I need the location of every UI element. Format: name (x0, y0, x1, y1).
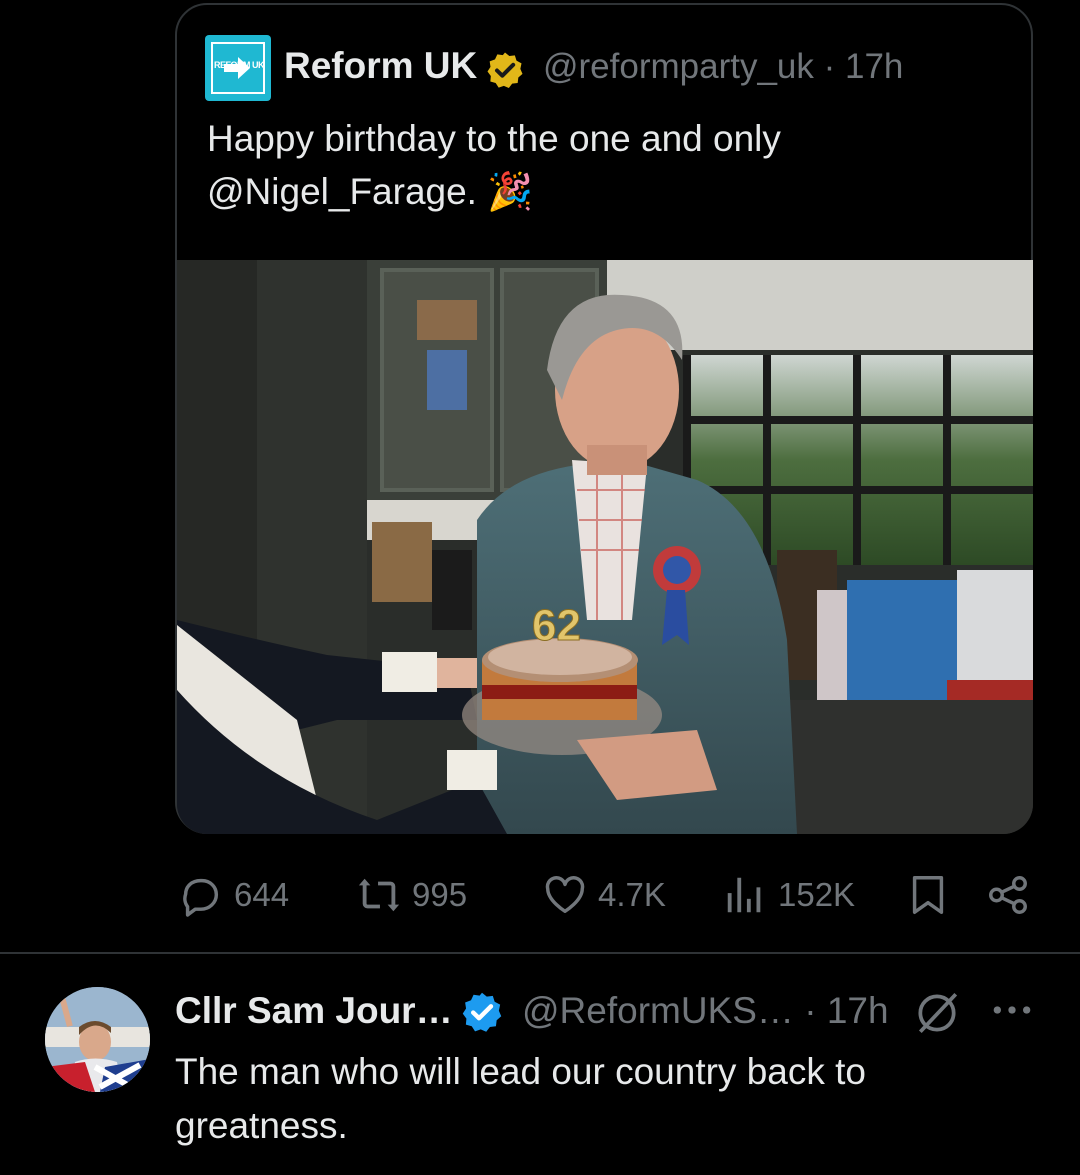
reply-tweet-text: The man who will lead our country back t… (175, 1051, 867, 1146)
reform-uk-logo[interactable]: REFORM UK (205, 35, 271, 101)
quote-text-line-2: @Nigel_Farage. 🎉 (207, 171, 534, 212)
reply-handle-time[interactable]: @ReformUKS… · 17h (522, 990, 889, 1032)
bookmark-icon (912, 876, 944, 914)
views-icon (727, 877, 761, 913)
grok-icon[interactable] (912, 988, 962, 1038)
view-count: 152K (778, 876, 856, 913)
verified-badge-icon (487, 52, 523, 88)
reply-count: 644 (234, 876, 290, 913)
birthday-cake-photo: 62 (177, 260, 1033, 834)
repost-count: 995 (412, 876, 468, 913)
quote-tweet-text: Happy birthday to the one and only @Nige… (207, 112, 1007, 218)
tweet-photo[interactable]: 62 (177, 260, 1033, 834)
quote-handle-time[interactable]: @reformparty_uk · 17h (543, 47, 903, 87)
verified-badge-icon (462, 992, 502, 1032)
avatar-image (45, 987, 150, 1092)
like-count: 4.7K (598, 876, 666, 913)
like-icon (545, 876, 585, 914)
divider (0, 952, 1080, 954)
bookmark-button[interactable] (905, 870, 951, 920)
more-icon[interactable] (990, 995, 1034, 1025)
reply-icon (183, 878, 219, 917)
reply-button[interactable]: 644 (178, 870, 289, 920)
avatar[interactable] (45, 987, 150, 1092)
share-button[interactable] (985, 870, 1031, 920)
like-button[interactable]: 4.7K (542, 870, 666, 920)
repost-icon (358, 878, 400, 912)
views-button[interactable]: 152K (722, 870, 855, 920)
arrow-icon (224, 57, 250, 79)
quote-text-line-1: Happy birthday to the one and only (207, 118, 781, 159)
share-icon (989, 876, 1027, 914)
repost-button[interactable]: 995 (356, 870, 467, 920)
quote-author-name[interactable]: Reform UK (284, 45, 477, 87)
candle-number: 62 (532, 601, 581, 650)
reply-author-name[interactable]: Cllr Sam Jour… (175, 990, 453, 1032)
